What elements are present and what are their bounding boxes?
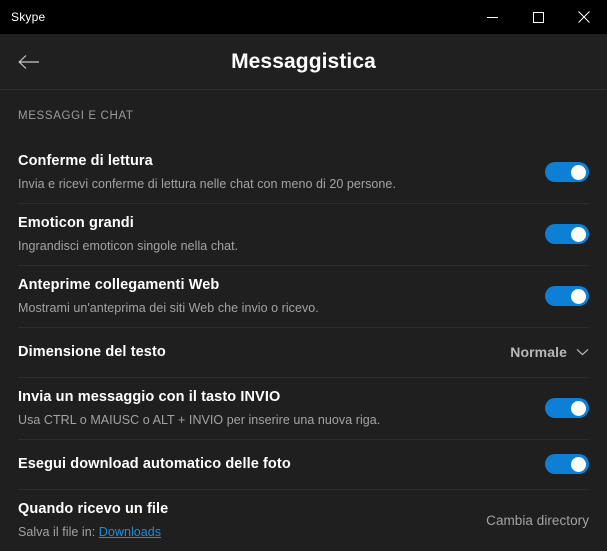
row-title: Esegui download automatico delle foto [18,456,291,472]
toggle-large-emoticons[interactable] [545,224,589,244]
toggle-knob [571,164,586,180]
row-control [545,286,589,306]
setting-row-large-emoticons: Emoticon grandi Ingrandisci emoticon sin… [18,204,589,266]
row-text: Dimensione del testo [18,342,510,362]
window-title: Skype [11,10,46,24]
row-title: Emoticon grandi [18,215,134,231]
close-button[interactable] [561,0,607,34]
toggle-web-link-previews[interactable] [545,286,589,306]
settings-content: MESSAGGI E CHAT Conferme di lettura Invi… [0,90,607,550]
maximize-icon [532,11,544,23]
toggle-send-with-enter[interactable] [545,398,589,418]
row-text: Anteprime collegamenti Web Mostrami un'a… [18,275,545,317]
setting-row-read-receipts: Conferme di lettura Invia e ricevi confe… [18,142,589,204]
minimize-button[interactable] [469,0,515,34]
dropdown-value: Normale [510,344,567,360]
row-subtitle: Salva il file in: Downloads [18,523,470,541]
toggle-knob [571,288,586,304]
downloads-folder-link[interactable]: Downloads [99,525,161,539]
row-subtitle: Ingrandisci emoticon singole nella chat. [18,239,239,253]
setting-row-web-link-previews: Anteprime collegamenti Web Mostrami un'a… [18,266,589,328]
minimize-icon [486,16,498,18]
chevron-down-icon [576,348,589,356]
row-control: Cambia directory [486,513,589,528]
row-control [545,398,589,418]
row-title: Quando ricevo un file [18,501,169,517]
row-title: Anteprime collegamenti Web [18,277,220,293]
toggle-read-receipts[interactable] [545,162,589,182]
dropdown-text-size[interactable]: Normale [510,344,589,360]
row-control [545,162,589,182]
section-header-messages-and-chat: MESSAGGI E CHAT [18,110,134,122]
settings-rows: Conferme di lettura Invia e ricevi confe… [0,142,607,550]
page-title: Messaggistica [231,49,376,73]
row-text: Invia un messaggio con il tasto INVIO Us… [18,387,545,429]
setting-row-text-size: Dimensione del testo Normale [18,328,589,378]
row-text: Esegui download automatico delle foto [18,454,545,474]
toggle-knob [571,226,586,242]
window-titlebar: Skype [0,0,607,34]
setting-row-auto-download-photos: Esegui download automatico delle foto [18,440,589,490]
row-text: Quando ricevo un file Salva il file in: … [18,499,486,541]
row-subtitle: Invia e ricevi conferme di lettura nelle… [18,177,396,191]
toggle-knob [571,456,586,472]
row-title: Invia un messaggio con il tasto INVIO [18,389,281,405]
save-location-prefix: Salva il file in: [18,525,99,539]
row-subtitle: Usa CTRL o MAIUSC o ALT + INVIO per inse… [18,413,381,427]
row-subtitle: Mostrami un'anteprima dei siti Web che i… [18,301,319,315]
row-control [545,224,589,244]
change-directory-button[interactable]: Cambia directory [486,513,589,528]
row-text: Emoticon grandi Ingrandisci emoticon sin… [18,213,545,255]
close-icon [578,11,590,23]
row-title: Dimensione del testo [18,344,166,360]
row-control: Normale [510,344,589,360]
window-controls [469,0,607,34]
back-arrow-icon [18,54,39,69]
setting-row-send-with-enter: Invia un messaggio con il tasto INVIO Us… [18,378,589,440]
setting-row-file-received: Quando ricevo un file Salva il file in: … [18,490,589,550]
toggle-auto-download-photos[interactable] [545,454,589,474]
row-control [545,454,589,474]
row-title: Conferme di lettura [18,153,153,169]
maximize-button[interactable] [515,0,561,34]
toggle-knob [571,400,586,416]
row-text: Conferme di lettura Invia e ricevi confe… [18,151,545,193]
page-header: Messaggistica [0,34,607,90]
back-button[interactable] [13,46,45,78]
